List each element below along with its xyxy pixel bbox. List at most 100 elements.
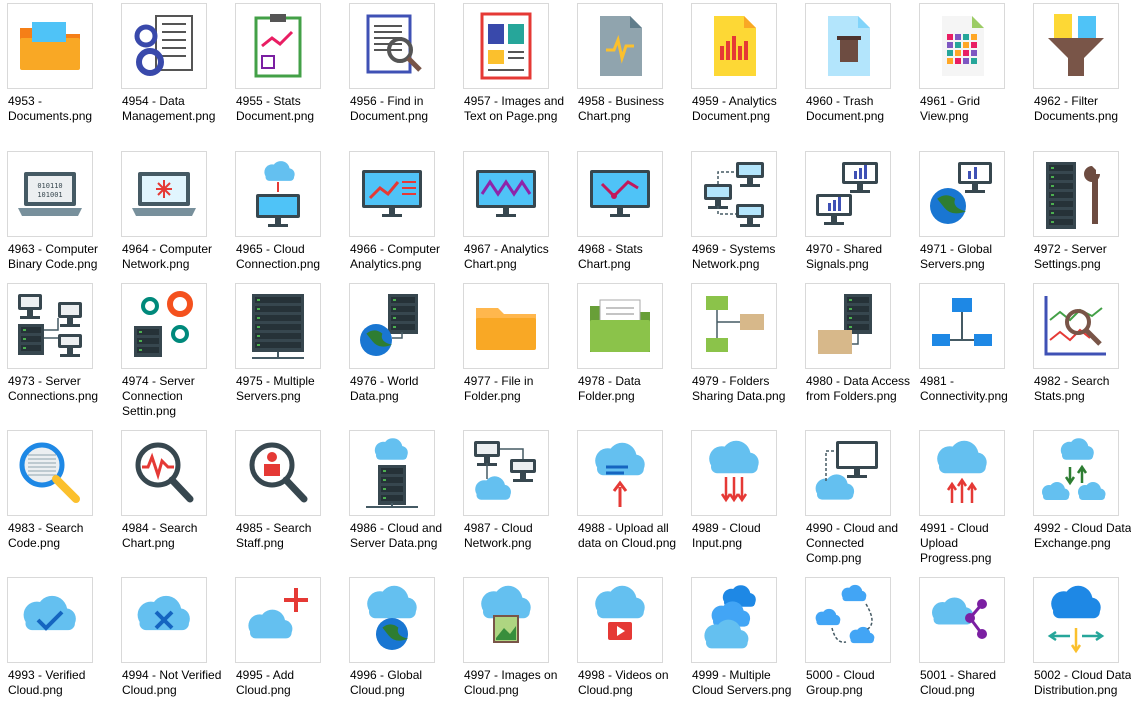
file-thumbnail[interactable]: [463, 430, 549, 516]
file-thumbnail[interactable]: [349, 151, 435, 237]
file-name-label[interactable]: 4964 - Computer Network.png: [122, 242, 228, 272]
file-name-label[interactable]: 4993 - Verified Cloud.png: [8, 668, 114, 698]
file-name-label[interactable]: 4975 - Multiple Servers.png: [236, 374, 342, 404]
file-thumbnail[interactable]: [919, 577, 1005, 663]
file-thumbnail[interactable]: [805, 3, 891, 89]
file-thumbnail[interactable]: [805, 151, 891, 237]
file-thumbnail[interactable]: [1033, 577, 1119, 663]
file-name-label[interactable]: 4996 - Global Cloud.png: [350, 668, 456, 698]
file-name-label[interactable]: 4953 - Documents.png: [8, 94, 114, 124]
file-thumbnail[interactable]: [463, 283, 549, 369]
file-thumbnail[interactable]: [349, 430, 435, 516]
file-name-label[interactable]: 4967 - Analytics Chart.png: [464, 242, 570, 272]
file-name-label[interactable]: 4982 - Search Stats.png: [1034, 374, 1131, 404]
file-thumbnail[interactable]: [235, 3, 321, 89]
file-thumbnail[interactable]: [463, 3, 549, 89]
file-thumbnail[interactable]: [7, 430, 93, 516]
file-name-label[interactable]: 4981 - Connectivity.png: [920, 374, 1026, 404]
file-thumbnail[interactable]: [691, 283, 777, 369]
file-thumbnail[interactable]: [805, 430, 891, 516]
file-thumbnail[interactable]: [463, 151, 549, 237]
file-thumbnail[interactable]: [919, 283, 1005, 369]
file-thumbnail[interactable]: [349, 283, 435, 369]
file-thumbnail[interactable]: [349, 3, 435, 89]
file-name-label[interactable]: 4992 - Cloud Data Exchange.png: [1034, 521, 1131, 551]
file-thumbnail[interactable]: [577, 430, 663, 516]
file-name-label[interactable]: 4974 - Server Connection Settin.png: [122, 374, 228, 419]
file-name-label[interactable]: 4980 - Data Access from Folders.png: [806, 374, 912, 404]
file-name-label[interactable]: 4970 - Shared Signals.png: [806, 242, 912, 272]
file-thumbnail[interactable]: [1033, 151, 1119, 237]
file-name-label[interactable]: 4956 - Find in Document.png: [350, 94, 456, 124]
file-thumbnail[interactable]: [121, 283, 207, 369]
file-name-label[interactable]: 4984 - Search Chart.png: [122, 521, 228, 551]
file-name-label[interactable]: 5001 - Shared Cloud.png: [920, 668, 1026, 698]
file-name-label[interactable]: 4971 - Global Servers.png: [920, 242, 1026, 272]
file-name-label[interactable]: 4994 - Not Verified Cloud.png: [122, 668, 228, 698]
file-thumbnail[interactable]: [1033, 430, 1119, 516]
file-thumbnail[interactable]: [235, 430, 321, 516]
file-name-label[interactable]: 5002 - Cloud Data Distribution.png: [1034, 668, 1131, 698]
file-name-label[interactable]: 4985 - Search Staff.png: [236, 521, 342, 551]
file-thumbnail[interactable]: [235, 283, 321, 369]
file-name-label[interactable]: 4963 - Computer Binary Code.png: [8, 242, 114, 272]
file-name-label[interactable]: 4998 - Videos on Cloud.png: [578, 668, 684, 698]
file-name-label[interactable]: 4969 - Systems Network.png: [692, 242, 798, 272]
file-name-label[interactable]: 4990 - Cloud and Connected Comp.png: [806, 521, 912, 566]
file-thumbnail[interactable]: [235, 151, 321, 237]
file-name-label[interactable]: 4986 - Cloud and Server Data.png: [350, 521, 456, 551]
file-thumbnail[interactable]: [7, 3, 93, 89]
file-name-label[interactable]: 4960 - Trash Document.png: [806, 94, 912, 124]
file-thumbnail[interactable]: [349, 577, 435, 663]
file-name-label[interactable]: 4979 - Folders Sharing Data.png: [692, 374, 798, 404]
file-name-label[interactable]: 4983 - Search Code.png: [8, 521, 114, 551]
file-name-label[interactable]: 4976 - World Data.png: [350, 374, 456, 404]
file-thumbnail[interactable]: [463, 577, 549, 663]
file-thumbnail[interactable]: [1033, 283, 1119, 369]
file-name-label[interactable]: 4972 - Server Settings.png: [1034, 242, 1131, 272]
file-name-label[interactable]: 4977 - File in Folder.png: [464, 374, 570, 404]
file-name-label[interactable]: 4962 - Filter Documents.png: [1034, 94, 1131, 124]
file-name-label[interactable]: 5000 - Cloud Group.png: [806, 668, 912, 698]
file-name-label[interactable]: 4997 - Images on Cloud.png: [464, 668, 570, 698]
file-thumbnail[interactable]: [691, 430, 777, 516]
file-thumbnail[interactable]: [577, 3, 663, 89]
file-name-label[interactable]: 4968 - Stats Chart.png: [578, 242, 684, 272]
file-name-label[interactable]: 4957 - Images and Text on Page.png: [464, 94, 570, 124]
file-thumbnail[interactable]: [577, 283, 663, 369]
file-thumbnail[interactable]: [577, 577, 663, 663]
file-name-label[interactable]: 4965 - Cloud Connection.png: [236, 242, 342, 272]
file-thumbnail[interactable]: 010110 101001: [7, 151, 93, 237]
file-thumbnail[interactable]: [121, 3, 207, 89]
file-thumbnail[interactable]: [691, 151, 777, 237]
file-name-label[interactable]: 4989 - Cloud Input.png: [692, 521, 798, 551]
file-thumbnail[interactable]: [7, 283, 93, 369]
file-thumbnail[interactable]: [691, 3, 777, 89]
file-name-label[interactable]: 4999 - Multiple Cloud Servers.png: [692, 668, 798, 698]
file-thumbnail[interactable]: [691, 577, 777, 663]
file-thumbnail[interactable]: [919, 430, 1005, 516]
file-name-label[interactable]: 4955 - Stats Document.png: [236, 94, 342, 124]
file-name-label[interactable]: 4959 - Analytics Document.png: [692, 94, 798, 124]
file-name-label[interactable]: 4991 - Cloud Upload Progress.png: [920, 521, 1026, 566]
file-thumbnail[interactable]: [1033, 3, 1119, 89]
file-thumbnail[interactable]: [805, 283, 891, 369]
file-thumbnail[interactable]: [577, 151, 663, 237]
file-name-label[interactable]: 4995 - Add Cloud.png: [236, 668, 342, 698]
file-name-label[interactable]: 4958 - Business Chart.png: [578, 94, 684, 124]
file-thumbnail[interactable]: [919, 3, 1005, 89]
file-thumbnail[interactable]: [7, 577, 93, 663]
file-name-label[interactable]: 4954 - Data Management.png: [122, 94, 228, 124]
file-name-label[interactable]: 4987 - Cloud Network.png: [464, 521, 570, 551]
file-thumbnail[interactable]: [121, 430, 207, 516]
file-name-label[interactable]: 4973 - Server Connections.png: [8, 374, 114, 404]
file-thumbnail[interactable]: [121, 577, 207, 663]
file-name-label[interactable]: 4966 - Computer Analytics.png: [350, 242, 456, 272]
file-thumbnail[interactable]: [121, 151, 207, 237]
file-thumbnail[interactable]: [235, 577, 321, 663]
file-thumbnail[interactable]: [919, 151, 1005, 237]
file-name-label[interactable]: 4988 - Upload all data on Cloud.png: [578, 521, 684, 551]
file-name-label[interactable]: 4961 - Grid View.png: [920, 94, 1026, 124]
file-name-label[interactable]: 4978 - Data Folder.png: [578, 374, 684, 404]
file-thumbnail[interactable]: [805, 577, 891, 663]
